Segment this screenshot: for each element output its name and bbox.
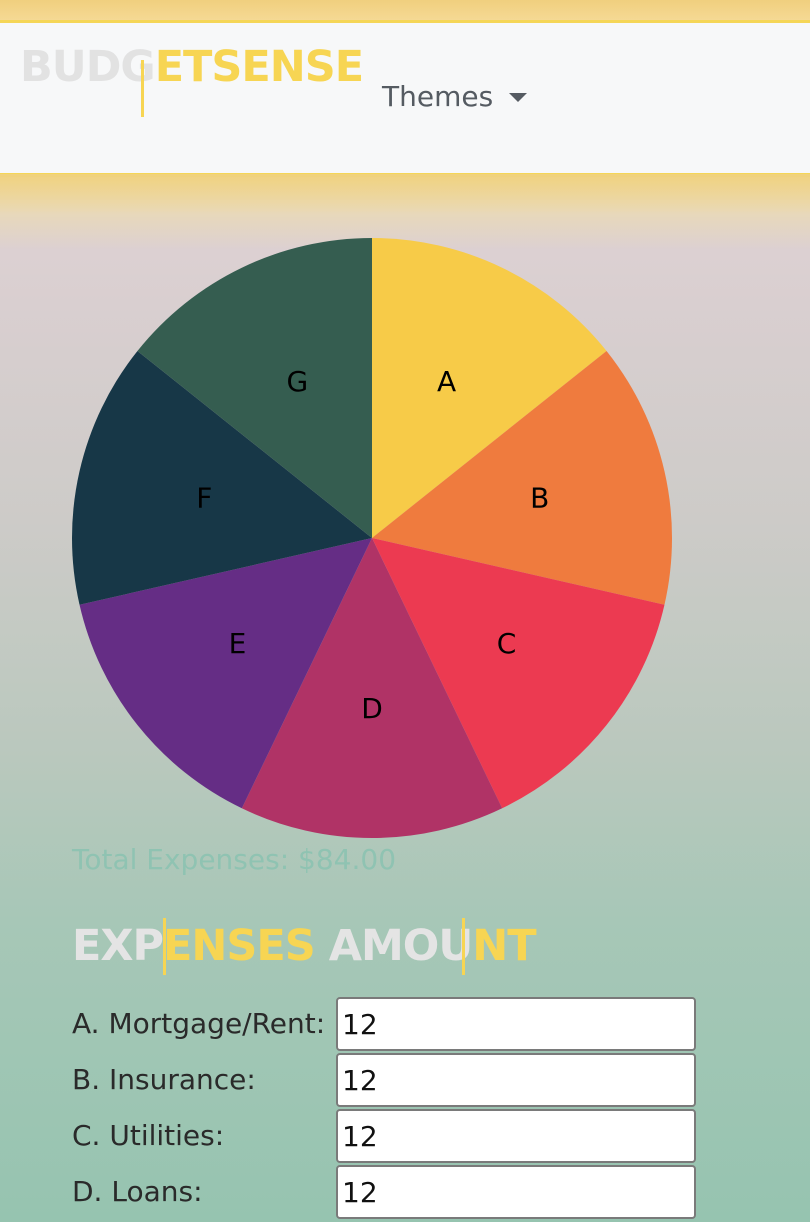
pie-label-g: G <box>287 365 309 398</box>
pie-label-f: F <box>196 482 212 515</box>
expense-label: B. Insurance: <box>72 1063 256 1096</box>
expense-label: A. Mortgage/Rent: <box>72 1007 326 1040</box>
heading-cursor-bar-1 <box>163 918 166 975</box>
expense-label: C. Utilities: <box>72 1119 225 1152</box>
pie-label-d: D <box>361 692 383 725</box>
pie-label-c: C <box>497 627 517 660</box>
utilities-input[interactable] <box>336 1109 696 1163</box>
expense-label: D. Loans: <box>72 1175 203 1208</box>
heading-cursor-bar-2 <box>462 918 465 975</box>
heading-part1: EXP <box>72 921 164 971</box>
loans-input[interactable] <box>336 1165 696 1219</box>
expense-row-mortgage: A. Mortgage/Rent: <box>72 997 702 1051</box>
mortgage-rent-input[interactable] <box>336 997 696 1051</box>
heading-part3: AMOU <box>328 921 474 971</box>
insurance-input[interactable] <box>336 1053 696 1107</box>
pie-label-e: E <box>229 627 247 660</box>
expense-row-insurance: B. Insurance: <box>72 1053 702 1107</box>
total-expenses: Total Expenses: $84.00 <box>72 843 397 876</box>
expenses-amount-heading: EXPENSES AMOUNT <box>72 920 537 972</box>
heading-part2: ENSES <box>163 921 316 971</box>
pie-label-b: B <box>530 482 549 515</box>
heading-part4: NT <box>472 921 536 971</box>
pie-label-a: A <box>437 365 456 398</box>
expenses-pie-chart: A B C D E F G <box>72 238 672 838</box>
expense-row-loans: D. Loans: <box>72 1165 702 1219</box>
expense-row-utilities: C. Utilities: <box>72 1109 702 1163</box>
